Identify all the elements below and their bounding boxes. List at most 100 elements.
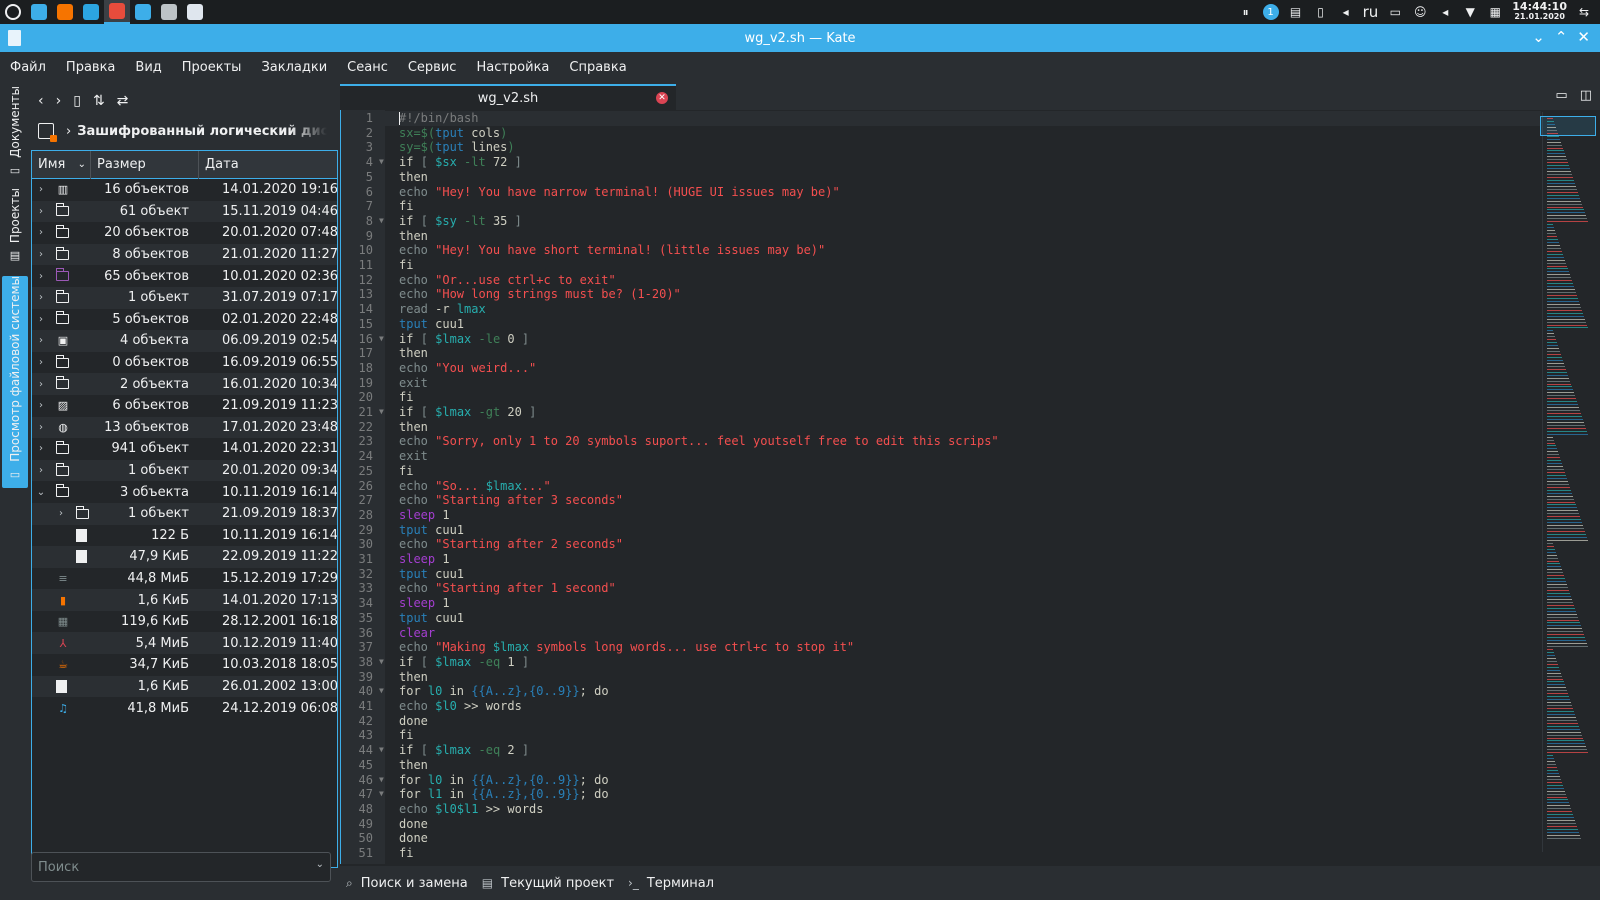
file-tree-row[interactable]: › 0 объектов 16.09.2019 06:55	[32, 352, 337, 374]
file-tree-row[interactable]: › ▣ 4 объекта 06.09.2019 02:54	[32, 330, 337, 352]
expand-chevron-icon[interactable]: ›	[56, 508, 66, 519]
back-icon[interactable]: ‹	[38, 93, 44, 109]
media-pause-icon[interactable]: ⏸	[1238, 4, 1254, 20]
file-tree-row[interactable]: ⅄ 5,4 МиБ 10.12.2019 11:40	[32, 632, 337, 655]
fold-marker-icon[interactable]: ▼	[379, 405, 389, 420]
sync-current-document-icon[interactable]: ⇅	[93, 93, 105, 109]
code-line[interactable]: 18 echo "You weird..."	[341, 361, 1541, 376]
usb-device-icon[interactable]: ▯	[1313, 4, 1329, 20]
chrome-icon[interactable]	[104, 0, 130, 24]
file-tree-row[interactable]: 122 Б 10.11.2019 16:14	[32, 525, 337, 547]
fold-marker-icon[interactable]: ▼	[379, 684, 389, 699]
expand-chevron-icon[interactable]: ›	[36, 206, 46, 217]
collapse-chevron-icon[interactable]: ⌄	[36, 487, 46, 498]
audio-icon[interactable]: ◂	[1338, 4, 1354, 20]
code-line[interactable]: 23 echo "Sorry, only 1 to 20 symbols supo…	[341, 434, 1541, 449]
menu-item[interactable]: Файл	[10, 52, 56, 84]
code-line[interactable]: 46 ▼ for l0 in {{A..z},{0..9}}; do	[341, 773, 1541, 788]
column-date[interactable]: Дата	[199, 151, 337, 179]
code-line[interactable]: 1 #!/bin/bash	[341, 111, 1541, 126]
code-line[interactable]: 44 ▼ if [ $lmax -eq 2 ]	[341, 743, 1541, 758]
options-icon[interactable]: ⇄	[117, 93, 129, 109]
file-tree-row[interactable]: › 65 объектов 10.01.2020 02:36	[32, 265, 337, 287]
split-view-icon[interactable]: ◫	[1580, 88, 1592, 103]
expand-chevron-icon[interactable]: ›	[36, 465, 46, 476]
fold-marker-icon[interactable]: ▼	[379, 743, 389, 758]
menu-item[interactable]: Сеанс	[337, 52, 398, 84]
code-line[interactable]: 4 ▼ if [ $sx -lt 72 ]	[341, 155, 1541, 170]
code-line[interactable]: 41 echo $l0 >> words	[341, 699, 1541, 714]
code-line[interactable]: 30 echo "Starting after 2 seconds"	[341, 537, 1541, 552]
expand-chevron-icon[interactable]: ›	[36, 379, 46, 390]
code-line[interactable]: 25 fi	[341, 464, 1541, 479]
fold-marker-icon[interactable]: ▼	[379, 155, 389, 170]
file-tree[interactable]: Имя ⌄ Размер Дата › ▥ 16 объектов 14.01.202…	[31, 150, 338, 868]
breadcrumb[interactable]: Зашифрованный логический диск	[77, 124, 327, 139]
kdeconnect-icon[interactable]	[130, 0, 156, 24]
code-line[interactable]: 21 ▼ if [ $lmax -gt 20 ]	[341, 405, 1541, 420]
menu-item[interactable]: Сервис	[398, 52, 467, 84]
file-tree-row[interactable]: › ◍ 13 объектов 17.01.2020 23:48	[32, 416, 337, 439]
x-app-icon[interactable]	[156, 0, 182, 24]
fold-marker-icon[interactable]: ▼	[379, 655, 389, 670]
expand-chevron-icon[interactable]: ›	[36, 227, 46, 238]
code-line[interactable]: 37 echo "Making $lmax symbols long words.…	[341, 640, 1541, 655]
code-line[interactable]: 50 done	[341, 831, 1541, 846]
menu-item[interactable]: Проекты	[172, 52, 252, 84]
kate-icon[interactable]	[182, 0, 208, 24]
close-tab-icon[interactable]: ✕	[656, 92, 668, 104]
menu-item[interactable]: Вид	[125, 52, 171, 84]
clipboard-icon[interactable]: ▤	[1288, 4, 1304, 20]
expand-chevron-icon[interactable]: ›	[36, 292, 46, 303]
file-tree-row[interactable]: › 1 объект 21.09.2019 18:37	[32, 502, 337, 525]
menu-item[interactable]: Настройка	[466, 52, 559, 84]
telegram-icon[interactable]	[78, 0, 104, 24]
code-line[interactable]: 10 echo "Hey! You have short terminal! (l…	[341, 243, 1541, 258]
code-line[interactable]: 6 echo "Hey! You have narrow terminal! (H…	[341, 185, 1541, 200]
tab-documents[interactable]: Документы ▭	[2, 86, 28, 178]
window-titlebar[interactable]: wg_v2.sh — Kate ⌄ ⌃ ✕	[0, 24, 1600, 52]
file-tree-row[interactable]: › 1 объект 20.01.2020 09:34	[32, 459, 337, 482]
display-icon[interactable]: ▭	[1387, 4, 1403, 20]
tab-wg-v2-sh[interactable]: wg_v2.sh ✕	[340, 84, 676, 110]
filter-input[interactable]: Поиск ⌄	[31, 852, 331, 882]
bottom-tool-button[interactable]: ▤ Текущий проект	[482, 876, 614, 891]
code-line[interactable]: 8 ▼ if [ $sy -lt 35 ]	[341, 214, 1541, 229]
code-line[interactable]: 42 done	[341, 714, 1541, 729]
code-line[interactable]: 48 echo $l0$l1 >> words	[341, 802, 1541, 817]
keyboard-layout-indicator[interactable]: ru	[1363, 3, 1379, 21]
fold-marker-icon[interactable]: ▼	[379, 773, 389, 788]
file-tree-row[interactable]: › 941 объект 14.01.2020 22:31	[32, 438, 337, 460]
bottom-tool-button[interactable]: ›_ Терминал	[628, 876, 714, 891]
menu-item[interactable]: Справка	[559, 52, 636, 84]
file-tree-row[interactable]: › ▥ 16 объектов 14.01.2020 19:16	[32, 179, 337, 201]
updates-badge-icon[interactable]: 1	[1262, 4, 1279, 20]
code-line[interactable]: 51 fi	[341, 846, 1541, 861]
expand-chevron-icon[interactable]: ›	[36, 422, 46, 433]
location-bar[interactable]: › Зашифрованный логический диск	[38, 118, 338, 144]
file-tree-row[interactable]: › ▨ 6 объектов 21.09.2019 11:23	[32, 395, 337, 417]
code-line[interactable]: 40 ▼ for l0 in {{A..z},{0..9}}; do	[341, 684, 1541, 699]
desktop-settings-icon[interactable]: ⇆	[1576, 4, 1592, 20]
file-tree-row[interactable]: › 8 объектов 21.01.2020 11:27	[32, 243, 337, 266]
fold-marker-icon[interactable]: ▼	[379, 214, 389, 229]
minimap[interactable]	[1540, 112, 1596, 852]
code-line[interactable]: 28 sleep 1	[341, 508, 1541, 523]
expand-chevron-icon[interactable]: ›	[36, 400, 46, 411]
fold-marker-icon[interactable]: ▼	[379, 787, 389, 802]
code-line[interactable]: 34 sleep 1	[341, 596, 1541, 611]
tab-projects[interactable]: Проекты ▤	[2, 188, 28, 268]
network-icon[interactable]: ▦	[1487, 4, 1503, 20]
close-window-icon[interactable]: ✕	[1577, 28, 1590, 46]
code-line[interactable]: 9 then	[341, 229, 1541, 244]
expand-chevron-icon[interactable]: ›	[36, 249, 46, 260]
volume-icon[interactable]: ◂	[1437, 4, 1453, 20]
expand-chevron-icon[interactable]: ›	[36, 271, 46, 282]
code-line[interactable]: 24 exit	[341, 449, 1541, 464]
file-tree-row[interactable]: ▮ 1,6 КиБ 14.01.2020 17:13	[32, 589, 337, 611]
code-line[interactable]: 35 tput cuu1	[341, 611, 1541, 626]
menu-item[interactable]: Закладки	[251, 52, 337, 84]
column-name[interactable]: Имя ⌄	[32, 151, 91, 179]
code-line[interactable]: 31 sleep 1	[341, 552, 1541, 567]
code-line[interactable]: 20 fi	[341, 390, 1541, 405]
